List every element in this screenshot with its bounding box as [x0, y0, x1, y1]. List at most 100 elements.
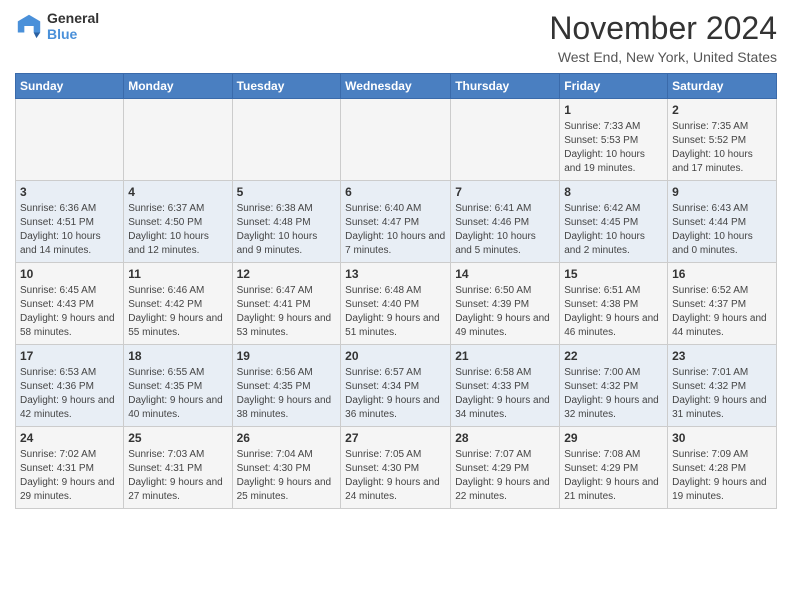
day-detail: Sunrise: 6:58 AM Sunset: 4:33 PM Dayligh… [455, 366, 555, 422]
day-detail: Sunrise: 7:00 AM Sunset: 4:32 PM Dayligh… [564, 366, 663, 422]
day-number: 21 [455, 349, 555, 363]
day-detail: Sunrise: 6:43 AM Sunset: 4:44 PM Dayligh… [672, 202, 772, 258]
day-detail: Sunrise: 6:37 AM Sunset: 4:50 PM Dayligh… [128, 202, 227, 258]
weekday-header-thursday: Thursday [451, 74, 560, 99]
calendar-cell: 2Sunrise: 7:35 AM Sunset: 5:52 PM Daylig… [668, 99, 777, 181]
day-detail: Sunrise: 6:57 AM Sunset: 4:34 PM Dayligh… [345, 366, 446, 422]
calendar-cell: 23 Sunrise: 7:01 AM Sunset: 4:32 PM Dayli… [668, 345, 777, 427]
calendar-cell: 27 Sunrise: 7:05 AM Sunset: 4:30 PM Dayli… [341, 427, 451, 509]
calendar-cell: 17Sunrise: 6:53 AM Sunset: 4:36 PM Dayli… [16, 345, 124, 427]
calendar-cell [232, 99, 341, 181]
calendar-cell: 7 Sunrise: 6:41 AM Sunset: 4:46 PM Daylig… [451, 181, 560, 263]
weekday-header-friday: Friday [560, 74, 668, 99]
calendar-cell [124, 99, 232, 181]
calendar-cell: 22 Sunrise: 7:00 AM Sunset: 4:32 PM Dayli… [560, 345, 668, 427]
day-detail: Sunrise: 6:36 AM Sunset: 4:51 PM Dayligh… [20, 202, 119, 258]
day-detail: Sunrise: 7:02 AM Sunset: 4:31 PM Dayligh… [20, 448, 119, 504]
day-number: 27 [345, 431, 446, 445]
day-detail: Sunrise: 6:51 AM Sunset: 4:38 PM Dayligh… [564, 284, 663, 340]
calendar-cell: 18 Sunrise: 6:55 AM Sunset: 4:35 PM Dayli… [124, 345, 232, 427]
day-number: 18 [128, 349, 227, 363]
day-detail: Sunrise: 6:40 AM Sunset: 4:47 PM Dayligh… [345, 202, 446, 258]
calendar-cell: 11Sunrise: 6:46 AM Sunset: 4:42 PM Dayli… [124, 263, 232, 345]
weekday-header-row: SundayMondayTuesdayWednesdayThursdayFrid… [16, 74, 777, 99]
calendar-cell: 29 Sunrise: 7:08 AM Sunset: 4:29 PM Dayli… [560, 427, 668, 509]
day-detail: Sunrise: 7:05 AM Sunset: 4:30 PM Dayligh… [345, 448, 446, 504]
month-title: November 2024 [549, 10, 777, 47]
calendar-body: 1Sunrise: 7:33 AM Sunset: 5:53 PM Daylig… [16, 99, 777, 509]
calendar-cell: 19Sunrise: 6:56 AM Sunset: 4:35 PM Dayli… [232, 345, 341, 427]
day-detail: Sunrise: 6:41 AM Sunset: 4:46 PM Dayligh… [455, 202, 555, 258]
title-block: November 2024 West End, New York, United… [549, 10, 777, 65]
day-detail: Sunrise: 7:04 AM Sunset: 4:30 PM Dayligh… [237, 448, 337, 504]
day-number: 22 [564, 349, 663, 363]
day-number: 11 [128, 267, 227, 281]
header: General Blue November 2024 West End, New… [15, 10, 777, 65]
day-detail: Sunrise: 6:48 AM Sunset: 4:40 PM Dayligh… [345, 284, 446, 340]
calendar-cell: 24 Sunrise: 7:02 AM Sunset: 4:31 PM Dayli… [16, 427, 124, 509]
day-detail: Sunrise: 6:42 AM Sunset: 4:45 PM Dayligh… [564, 202, 663, 258]
day-number: 7 [455, 185, 555, 199]
calendar-cell: 15 Sunrise: 6:51 AM Sunset: 4:38 PM Dayli… [560, 263, 668, 345]
day-number: 28 [455, 431, 555, 445]
day-number: 6 [345, 185, 446, 199]
day-number: 24 [20, 431, 119, 445]
calendar-week-1: 1Sunrise: 7:33 AM Sunset: 5:53 PM Daylig… [16, 99, 777, 181]
calendar-table: SundayMondayTuesdayWednesdayThursdayFrid… [15, 73, 777, 509]
day-number: 2 [672, 103, 772, 117]
weekday-header-monday: Monday [124, 74, 232, 99]
page: General Blue November 2024 West End, New… [0, 0, 792, 519]
day-number: 26 [237, 431, 337, 445]
calendar-cell: 8Sunrise: 6:42 AM Sunset: 4:45 PM Daylig… [560, 181, 668, 263]
calendar-cell: 25 Sunrise: 7:03 AM Sunset: 4:31 PM Dayli… [124, 427, 232, 509]
day-detail: Sunrise: 6:55 AM Sunset: 4:35 PM Dayligh… [128, 366, 227, 422]
calendar-cell: 5Sunrise: 6:38 AM Sunset: 4:48 PM Daylig… [232, 181, 341, 263]
weekday-header-saturday: Saturday [668, 74, 777, 99]
calendar-week-2: 3Sunrise: 6:36 AM Sunset: 4:51 PM Daylig… [16, 181, 777, 263]
logo-general-text: General [47, 10, 99, 26]
calendar-header: SundayMondayTuesdayWednesdayThursdayFrid… [16, 74, 777, 99]
day-detail: Sunrise: 7:01 AM Sunset: 4:32 PM Dayligh… [672, 366, 772, 422]
day-detail: Sunrise: 6:47 AM Sunset: 4:41 PM Dayligh… [237, 284, 337, 340]
calendar-cell [341, 99, 451, 181]
weekday-header-wednesday: Wednesday [341, 74, 451, 99]
day-detail: Sunrise: 7:09 AM Sunset: 4:28 PM Dayligh… [672, 448, 772, 504]
calendar-cell: 28 Sunrise: 7:07 AM Sunset: 4:29 PM Dayli… [451, 427, 560, 509]
day-number: 29 [564, 431, 663, 445]
day-number: 5 [237, 185, 337, 199]
calendar-cell: 6 Sunrise: 6:40 AM Sunset: 4:47 PM Daylig… [341, 181, 451, 263]
day-number: 10 [20, 267, 119, 281]
calendar-cell: 20Sunrise: 6:57 AM Sunset: 4:34 PM Dayli… [341, 345, 451, 427]
day-detail: Sunrise: 7:07 AM Sunset: 4:29 PM Dayligh… [455, 448, 555, 504]
day-number: 9 [672, 185, 772, 199]
calendar-cell: 1Sunrise: 7:33 AM Sunset: 5:53 PM Daylig… [560, 99, 668, 181]
day-number: 1 [564, 103, 663, 117]
day-number: 12 [237, 267, 337, 281]
calendar-cell: 13 Sunrise: 6:48 AM Sunset: 4:40 PM Dayli… [341, 263, 451, 345]
day-number: 30 [672, 431, 772, 445]
weekday-header-sunday: Sunday [16, 74, 124, 99]
calendar-week-4: 17Sunrise: 6:53 AM Sunset: 4:36 PM Dayli… [16, 345, 777, 427]
day-detail: Sunrise: 6:50 AM Sunset: 4:39 PM Dayligh… [455, 284, 555, 340]
logo-blue-text: Blue [47, 26, 99, 42]
day-detail: Sunrise: 7:03 AM Sunset: 4:31 PM Dayligh… [128, 448, 227, 504]
day-number: 14 [455, 267, 555, 281]
logo-icon [15, 12, 43, 40]
calendar-cell: 3Sunrise: 6:36 AM Sunset: 4:51 PM Daylig… [16, 181, 124, 263]
day-detail: Sunrise: 6:45 AM Sunset: 4:43 PM Dayligh… [20, 284, 119, 340]
day-detail: Sunrise: 6:52 AM Sunset: 4:37 PM Dayligh… [672, 284, 772, 340]
day-number: 13 [345, 267, 446, 281]
day-detail: Sunrise: 7:08 AM Sunset: 4:29 PM Dayligh… [564, 448, 663, 504]
day-number: 17 [20, 349, 119, 363]
day-number: 23 [672, 349, 772, 363]
day-number: 15 [564, 267, 663, 281]
calendar-cell: 12 Sunrise: 6:47 AM Sunset: 4:41 PM Dayli… [232, 263, 341, 345]
logo: General Blue [15, 10, 99, 42]
calendar-cell: 30 Sunrise: 7:09 AM Sunset: 4:28 PM Dayli… [668, 427, 777, 509]
day-number: 25 [128, 431, 227, 445]
calendar-cell: 4Sunrise: 6:37 AM Sunset: 4:50 PM Daylig… [124, 181, 232, 263]
weekday-header-tuesday: Tuesday [232, 74, 341, 99]
calendar-cell: 10 Sunrise: 6:45 AM Sunset: 4:43 PM Dayli… [16, 263, 124, 345]
calendar-week-3: 10 Sunrise: 6:45 AM Sunset: 4:43 PM Dayli… [16, 263, 777, 345]
logo-text: General Blue [47, 10, 99, 42]
